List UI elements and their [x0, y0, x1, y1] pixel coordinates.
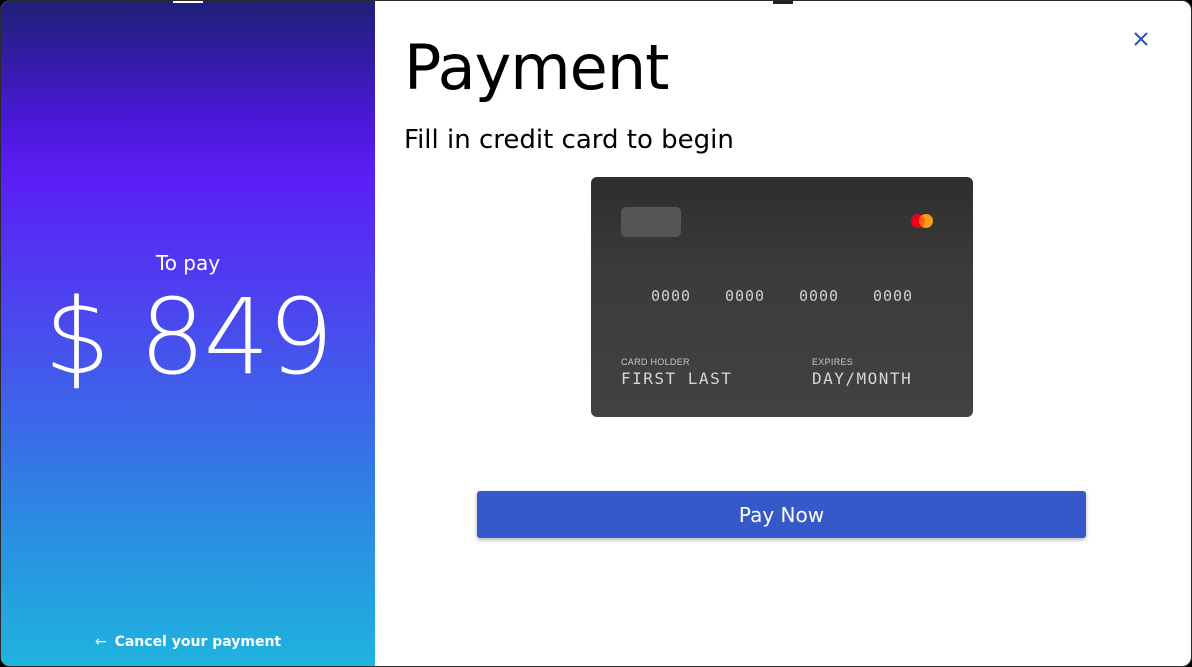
expires-label: EXPIRES [812, 357, 854, 367]
card-chip [621, 207, 681, 237]
card-number-group: 0000 [724, 287, 766, 305]
close-icon [1134, 32, 1148, 46]
close-button[interactable] [1127, 25, 1155, 53]
credit-card-preview[interactable]: 0000 0000 0000 0000 CARD HOLDER FIRST LA… [591, 177, 973, 417]
page-title: Payment [404, 31, 669, 104]
card-number: 0000 0000 0000 0000 [591, 287, 973, 305]
card-holder-value: FIRST LAST [621, 369, 733, 388]
card-number-group: 0000 [650, 287, 692, 305]
payment-form-panel: Payment Fill in credit card to begin 000… [375, 1, 1191, 666]
page-subtitle: Fill in credit card to begin [404, 125, 734, 155]
expires-value: DAY/MONTH [812, 369, 913, 388]
payment-summary-panel: To pay $ 849 ← Cancel your payment [1, 1, 375, 666]
mastercard-icon [911, 214, 933, 228]
pay-now-button[interactable]: Pay Now [477, 491, 1086, 538]
card-number-group: 0000 [872, 287, 914, 305]
to-pay-label: To pay [155, 251, 221, 275]
payment-window: To pay $ 849 ← Cancel your payment Payme… [0, 0, 1192, 667]
arrow-left-icon: ← [94, 634, 107, 650]
card-number-group: 0000 [798, 287, 840, 305]
card-holder-label: CARD HOLDER [621, 357, 690, 367]
panel-notch [173, 1, 203, 3]
cancel-payment-link[interactable]: ← Cancel your payment [1, 634, 375, 650]
cancel-payment-label: Cancel your payment [114, 634, 282, 650]
amount-due: $ 849 [44, 276, 334, 398]
panel-notch-right [773, 1, 793, 4]
